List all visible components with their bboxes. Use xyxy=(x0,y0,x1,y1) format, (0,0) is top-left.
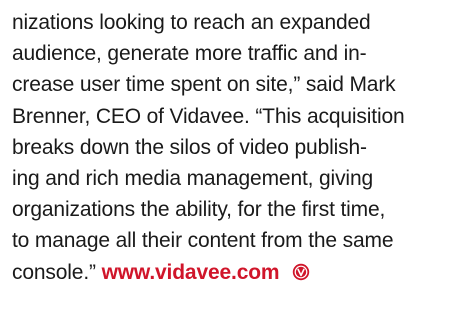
article-line-3: crease user time spent on site,” said Ma… xyxy=(12,73,396,97)
website-link[interactable]: www.vidavee.com xyxy=(102,261,280,284)
publication-end-mark-icon xyxy=(292,263,310,280)
article-line-7: organizations the ability, for the first… xyxy=(12,198,386,222)
article-paragraph: nizations looking to reach an expanded a… xyxy=(12,7,466,288)
article-page: nizations looking to reach an expanded a… xyxy=(0,0,476,311)
article-line-1: nizations looking to reach an expanded xyxy=(12,11,371,34)
article-line-4: Brenner, CEO of Vidavee. “This acquisiti… xyxy=(12,104,405,128)
article-line-9: console.” www.vidavee.com xyxy=(12,257,466,288)
article-line-5: breaks down the silos of video publish- xyxy=(12,135,367,159)
article-line-2: audience, generate more traffic and in- xyxy=(12,42,367,66)
article-line-6: ing and rich media management, giving xyxy=(12,167,373,191)
article-line-9-text: console.” xyxy=(12,260,96,284)
article-line-8: to manage all their content from the sam… xyxy=(12,229,394,253)
